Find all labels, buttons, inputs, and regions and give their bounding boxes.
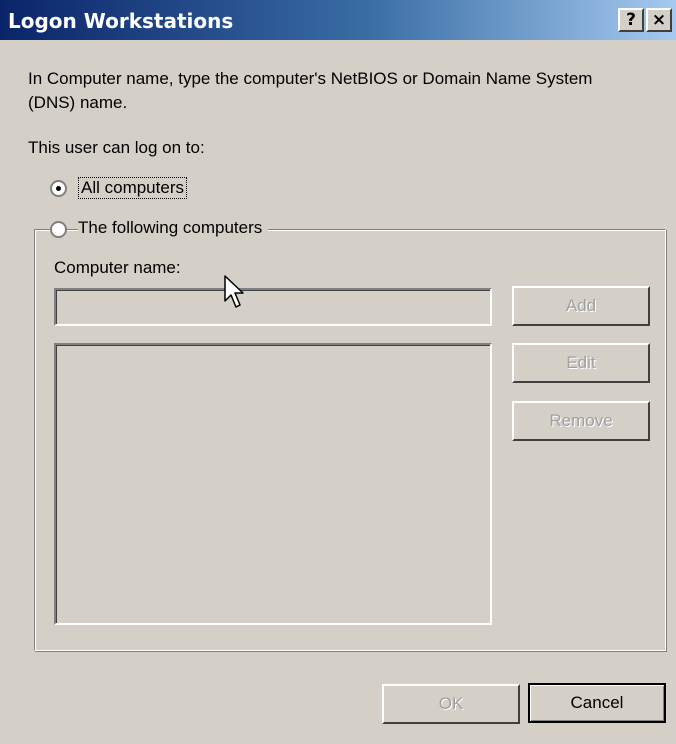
- close-icon: ×: [651, 10, 667, 30]
- cancel-button[interactable]: Cancel: [528, 683, 666, 723]
- help-icon: ?: [626, 10, 636, 30]
- computer-name-label: Computer name:: [54, 258, 181, 277]
- instruction-text: In Computer name, type the computer's Ne…: [28, 69, 593, 112]
- all-computers-label[interactable]: All computers: [78, 177, 187, 199]
- edit-button[interactable]: Edit: [512, 343, 650, 383]
- all-computers-radio[interactable]: [50, 180, 67, 197]
- ok-button[interactable]: OK: [382, 684, 520, 724]
- logon-to-label: This user can log on to:: [28, 138, 205, 157]
- add-button[interactable]: Add: [512, 286, 650, 326]
- close-button[interactable]: ×: [646, 8, 672, 32]
- help-button[interactable]: ?: [618, 8, 644, 32]
- radio-selected-dot: [56, 186, 61, 191]
- logon-workstations-dialog: Logon Workstations ? × In Computer name,…: [0, 0, 676, 744]
- following-computers-radio[interactable]: [50, 221, 67, 238]
- following-computers-label[interactable]: The following computers: [78, 218, 269, 238]
- window-title: Logon Workstations: [8, 9, 234, 33]
- computer-list[interactable]: [54, 343, 492, 625]
- computer-name-input[interactable]: [54, 288, 492, 326]
- mouse-pointer-icon: [224, 275, 244, 308]
- title-bar[interactable]: Logon Workstations ? ×: [0, 0, 676, 40]
- remove-button[interactable]: Remove: [512, 401, 650, 441]
